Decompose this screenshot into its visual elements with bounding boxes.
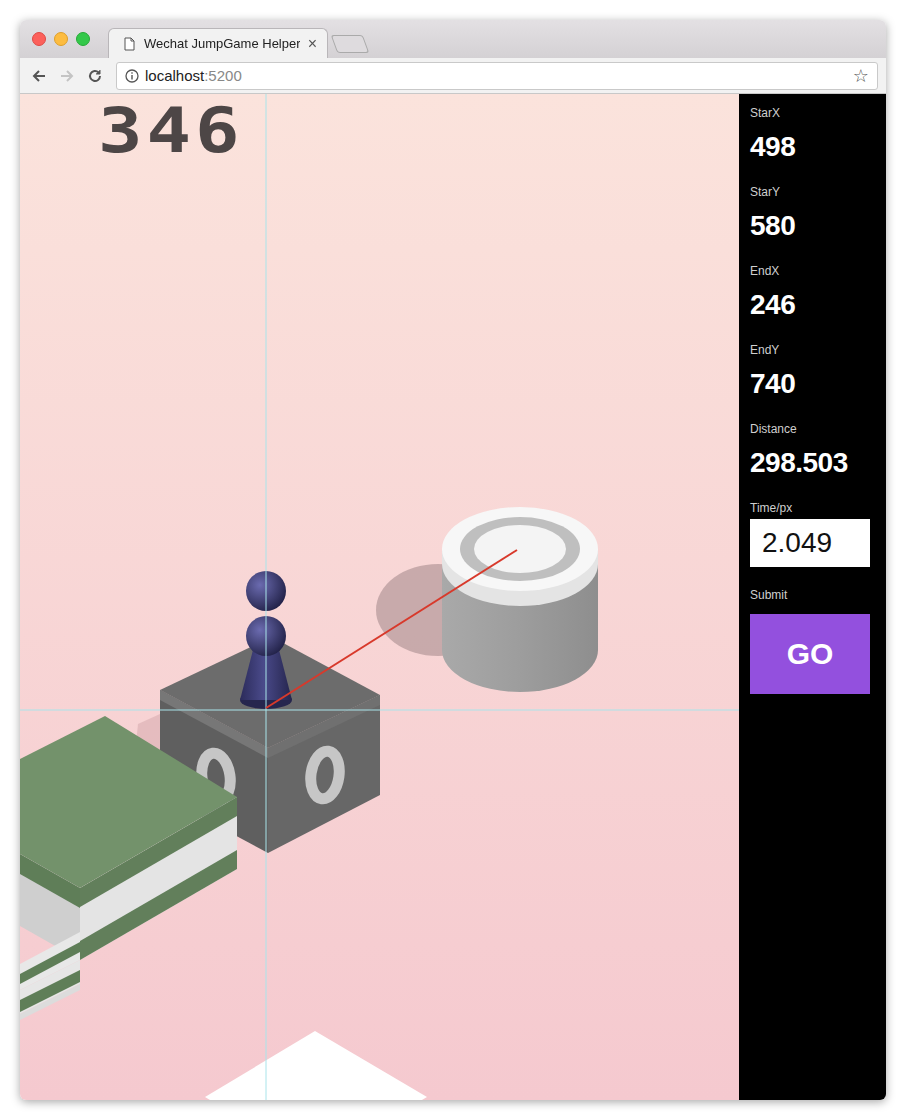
- browser-window: Wechat JumpGame Helper × localhost:5200 ☆ 34…: [20, 20, 886, 1100]
- url-port: :5200: [204, 67, 242, 84]
- url-host: localhost: [145, 67, 204, 84]
- field-value: 498: [750, 131, 870, 163]
- field-label: StarX: [750, 105, 870, 121]
- page-content: 346 StarX 498 StarY 580 EndX 246 EndY 740 Distanc…: [20, 94, 886, 1100]
- title-bar: Wechat JumpGame Helper ×: [20, 20, 886, 58]
- info-icon[interactable]: [125, 69, 139, 83]
- forward-arrow-icon: [59, 68, 75, 84]
- url-text: localhost:5200: [145, 67, 847, 84]
- browser-tab[interactable]: Wechat JumpGame Helper ×: [108, 28, 328, 58]
- game-scene[interactable]: [20, 94, 739, 1100]
- tab-title: Wechat JumpGame Helper: [144, 36, 300, 51]
- go-button[interactable]: GO: [750, 614, 870, 694]
- reload-icon: [87, 68, 103, 84]
- tab-close-button[interactable]: ×: [308, 36, 317, 52]
- field-value: 298.503: [750, 447, 870, 479]
- back-arrow-icon: [31, 68, 47, 84]
- back-arrow-button[interactable]: [28, 65, 50, 87]
- zoom-window-button[interactable]: [76, 32, 90, 46]
- address-bar[interactable]: localhost:5200 ☆: [116, 62, 878, 90]
- browser-toolbar: localhost:5200 ☆: [20, 58, 886, 94]
- time-label: Time/px: [750, 500, 870, 516]
- time-input[interactable]: [750, 519, 870, 567]
- game-screen[interactable]: 346: [20, 94, 739, 1100]
- field-label: EndY: [750, 342, 870, 358]
- submit-label: Submit: [750, 587, 870, 603]
- field-label: StarY: [750, 184, 870, 200]
- document-icon: [123, 37, 136, 51]
- field-label: EndX: [750, 263, 870, 279]
- forward-arrow-button: [56, 65, 78, 87]
- field-value: 246: [750, 289, 870, 321]
- minimize-window-button[interactable]: [54, 32, 68, 46]
- field-label: Distance: [750, 421, 870, 437]
- game-score: 346: [98, 96, 244, 164]
- field-value: 740: [750, 368, 870, 400]
- new-tab-button[interactable]: [331, 35, 370, 53]
- bookmark-star-icon[interactable]: ☆: [853, 65, 869, 87]
- reload-button[interactable]: [84, 65, 106, 87]
- control-panel: StarX 498 StarY 580 EndX 246 EndY 740 Distance 29…: [739, 94, 886, 1100]
- window-controls: [32, 32, 90, 46]
- field-value: 580: [750, 210, 870, 242]
- close-window-button[interactable]: [32, 32, 46, 46]
